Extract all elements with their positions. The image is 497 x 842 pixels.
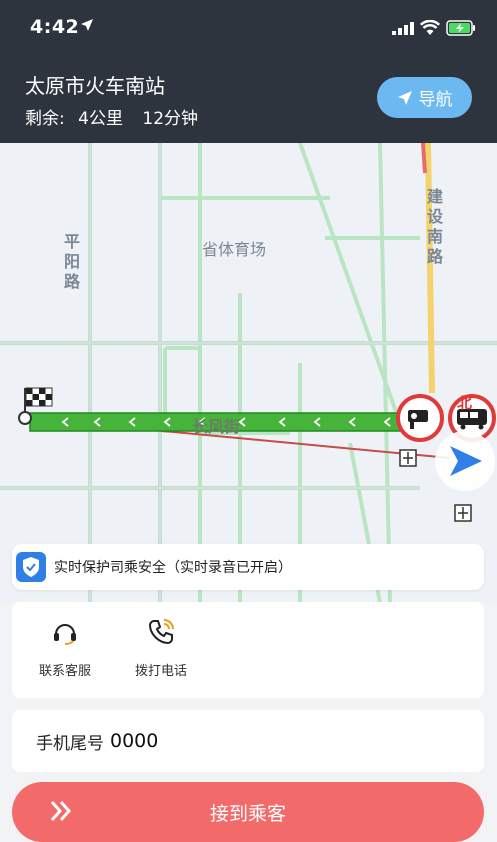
- phone-icon: [148, 619, 174, 645]
- map-label-pingyang-road: 平阳路: [61, 233, 80, 293]
- pickup-passenger-button[interactable]: 接到乘客: [12, 782, 484, 842]
- start-point: [18, 411, 32, 425]
- map-view[interactable]: 平阳路 建设南路 省体育场 长风街 北: [0, 143, 497, 603]
- status-time: 4:42: [30, 16, 80, 38]
- pickup-passenger-label: 接到乘客: [209, 802, 286, 825]
- remaining-duration: 12分钟: [142, 109, 199, 129]
- station-marker-icon: [454, 504, 472, 522]
- phone-tail-label: 手机尾号: [36, 733, 104, 754]
- battery-charging-icon: [446, 20, 475, 36]
- navigation-arrow-icon: [397, 90, 412, 105]
- actions-card: 联系客服 拨打电话: [12, 602, 484, 698]
- headset-icon: [54, 624, 76, 645]
- map-label-changfeng-street: 长风街: [192, 417, 241, 436]
- phone-tail-value: 0000: [110, 730, 159, 752]
- header: 4:42 太原市火车南站 剩余: 4公里 12分钟 导航: [0, 0, 497, 143]
- map-label-jianshe-road: 建设南路: [424, 188, 443, 268]
- finish-flag-icon: [25, 387, 53, 407]
- contact-service-button[interactable]: 联系客服: [20, 618, 110, 679]
- contact-service-label: 联系客服: [38, 664, 91, 679]
- speed-camera-icon: [396, 394, 444, 442]
- double-chevron-right-icon: [50, 801, 72, 821]
- map-label-stadium: 省体育场: [202, 240, 267, 259]
- shield-icon: [16, 552, 46, 582]
- navigate-button[interactable]: 导航: [377, 77, 472, 118]
- safety-banner[interactable]: 实时保护司乘安全（实时录音已开启）: [12, 544, 484, 590]
- wifi-icon: [420, 20, 440, 35]
- phone-card: 手机尾号 0000: [12, 710, 484, 772]
- destination-title: 太原市火车南站: [25, 74, 165, 98]
- navigate-button-label: 导航: [418, 90, 453, 110]
- station-marker-icon: [399, 449, 417, 467]
- status-bar: 4:42: [0, 0, 497, 58]
- safety-text: 实时保护司乘安全（实时录音已开启）: [54, 560, 292, 576]
- location-arrow-icon: [81, 19, 93, 31]
- remaining-label: 剩余:: [25, 109, 65, 129]
- remaining-info: 剩余: 4公里 12分钟: [25, 104, 198, 129]
- call-phone-button[interactable]: 拨打电话: [116, 618, 206, 679]
- signal-icon: [392, 22, 414, 35]
- call-phone-label: 拨打电话: [134, 664, 187, 679]
- remaining-distance: 4公里: [78, 109, 123, 129]
- map-label-north: 北: [457, 394, 473, 412]
